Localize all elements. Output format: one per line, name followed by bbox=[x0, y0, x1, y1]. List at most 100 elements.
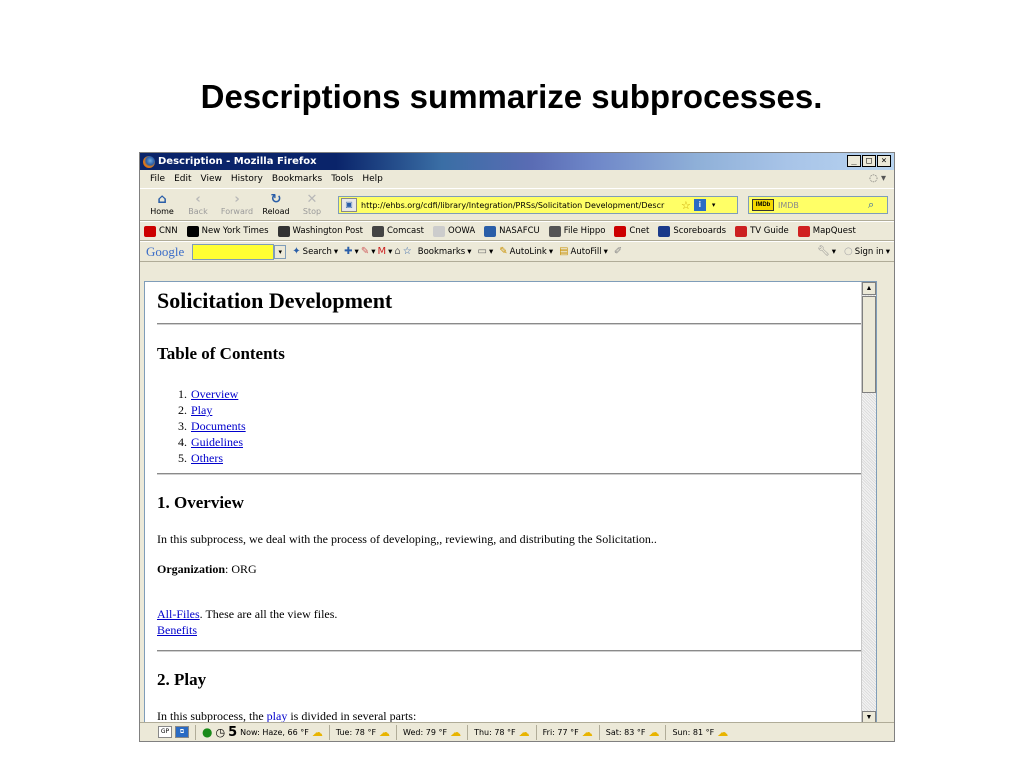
home-icon: ⌂ bbox=[394, 246, 401, 257]
bookmark-star-icon[interactable]: ☆ bbox=[681, 199, 691, 212]
wapo-icon bbox=[277, 225, 290, 237]
bookmark-item[interactable]: CNN bbox=[144, 225, 178, 237]
bookmark-item[interactable]: MapQuest bbox=[797, 225, 856, 237]
addon-icon[interactable]: ⧉ bbox=[175, 726, 189, 738]
forecast-sun[interactable]: Sun: 81 °F ☁ bbox=[666, 725, 734, 740]
bookmark-item[interactable]: Washington Post bbox=[277, 225, 363, 237]
menu-tools[interactable]: Tools bbox=[329, 174, 360, 184]
google-search-button[interactable]: ✦ Search ▾ bbox=[292, 246, 338, 257]
url-dropdown-icon[interactable]: ▾ bbox=[712, 201, 716, 209]
wrench-icon: 🔧︎ bbox=[817, 246, 830, 257]
menu-file[interactable]: File bbox=[148, 174, 172, 184]
forecast-sat[interactable]: Sat: 83 °F ☁ bbox=[600, 724, 667, 740]
url-input[interactable] bbox=[361, 200, 679, 210]
autofill-button[interactable]: ▤ AutoFill ▾ bbox=[559, 246, 608, 257]
plus-icon: ✚ bbox=[344, 246, 353, 257]
stop-button[interactable]: ✕ Stop bbox=[294, 193, 330, 217]
address-bar[interactable]: ▣ ☆ i ▾ bbox=[338, 196, 738, 214]
menu-edit[interactable]: Edit bbox=[172, 174, 198, 184]
site-identity-icon[interactable]: ▣ bbox=[341, 198, 357, 212]
toc-link-guidelines[interactable]: Guidelines bbox=[191, 434, 243, 450]
menu-help[interactable]: Help bbox=[360, 174, 390, 184]
status-icons: GP ⧉ bbox=[140, 724, 196, 740]
toc-link-play[interactable]: Play bbox=[191, 402, 212, 418]
bookmark-item[interactable]: NASAFCU bbox=[484, 225, 540, 237]
firefox-logo-icon bbox=[143, 155, 155, 168]
page-info-icon[interactable]: i bbox=[693, 199, 706, 211]
home-button[interactable]: ⌂ Home bbox=[144, 193, 180, 217]
toc-number: 4. bbox=[178, 435, 187, 449]
cloud-icon: ☁ bbox=[311, 725, 323, 739]
toc-number: 2. bbox=[178, 403, 187, 417]
bookmark-item[interactable]: Cnet bbox=[614, 225, 649, 237]
organization-label: Organization bbox=[157, 562, 225, 576]
all-files-link[interactable]: All-Files bbox=[157, 607, 200, 621]
green-circle-icon[interactable]: ● bbox=[202, 725, 212, 739]
toc-link-documents[interactable]: Documents bbox=[191, 418, 246, 434]
scrollbar-thumb[interactable] bbox=[862, 296, 876, 393]
google-bookmarks-button[interactable]: Bookmarks ▾ bbox=[418, 247, 472, 257]
bookmark-label: TV Guide bbox=[750, 226, 789, 236]
benefits-link[interactable]: Benefits bbox=[157, 623, 197, 637]
google-toolbar: Google ▾ ✦ Search ▾ ✚ ▾ ✎ ▾ M ▾ ⌂ ☆ Bookmar… bbox=[140, 241, 894, 262]
vertical-scrollbar[interactable]: ▲ ▼ bbox=[861, 282, 876, 724]
forecast-thu[interactable]: Thu: 78 °F ☁ bbox=[468, 724, 537, 740]
close-button[interactable]: × bbox=[877, 155, 891, 167]
weather-now[interactable]: Now: Haze, 66 °F bbox=[240, 728, 309, 737]
forecast-wed[interactable]: Wed: 79 °F ☁ bbox=[397, 724, 469, 740]
maximize-button[interactable]: □ bbox=[862, 155, 876, 167]
menu-view[interactable]: View bbox=[199, 174, 229, 184]
browser-window: Description - Mozilla Firefox _ □ × File… bbox=[139, 152, 895, 742]
wrench-button[interactable]: 🔧︎ ▾ bbox=[817, 246, 836, 257]
google-search-input[interactable] bbox=[192, 243, 275, 260]
title-bar[interactable]: Description - Mozilla Firefox _ □ × bbox=[140, 153, 894, 170]
google-logo[interactable]: Google bbox=[146, 244, 184, 260]
toc-link-overview[interactable]: Overview bbox=[191, 386, 238, 402]
toc-number: 1. bbox=[178, 387, 187, 401]
forecast-tue[interactable]: Tue: 78 °F ☁ bbox=[330, 724, 398, 740]
bookmark-item[interactable]: Comcast bbox=[371, 225, 425, 237]
wand-icon: ✎ bbox=[499, 246, 508, 257]
search-bar[interactable]: IMDb ⌕ bbox=[748, 196, 888, 214]
toc-item: 3. Documents bbox=[173, 418, 246, 434]
play-heading: 2. Play bbox=[157, 670, 207, 689]
menu-history[interactable]: History bbox=[229, 174, 270, 184]
bookmark-item[interactable]: TV Guide bbox=[735, 225, 789, 237]
scroll-up-icon[interactable]: ▲ bbox=[862, 282, 876, 295]
page-icon bbox=[433, 225, 446, 237]
gmail-icon: M bbox=[377, 246, 387, 257]
google-tools-icons[interactable]: ✚ ▾ ✎ ▾ M ▾ ⌂ ☆ bbox=[344, 246, 412, 257]
search-go-icon[interactable]: ⌕ bbox=[868, 199, 874, 212]
menu-bookmarks[interactable]: Bookmarks bbox=[270, 174, 329, 184]
google-bookmarks-label: Bookmarks bbox=[417, 246, 466, 257]
minimize-button[interactable]: _ bbox=[847, 155, 861, 167]
pencil-button[interactable]: ✐ bbox=[614, 246, 622, 257]
clock-icon[interactable]: ◷ bbox=[215, 726, 225, 739]
forecast-fri[interactable]: Fri: 77 °F ☁ bbox=[537, 724, 600, 740]
back-button[interactable]: ‹ Back bbox=[180, 193, 216, 217]
bookmark-item[interactable]: File Hippo bbox=[548, 225, 605, 237]
page-icon-button[interactable]: ▭ ▾ bbox=[478, 246, 494, 257]
gp-icon[interactable]: GP bbox=[158, 726, 172, 738]
search-input[interactable] bbox=[778, 200, 864, 210]
cloud-icon: ☁ bbox=[648, 725, 660, 739]
bookmark-label: Scoreboards bbox=[673, 226, 727, 236]
sign-in-button[interactable]: ○ Sign in ▾ bbox=[844, 246, 890, 257]
home-label: Home bbox=[150, 207, 174, 216]
cloud-icon: ☁ bbox=[581, 725, 593, 739]
bookmark-item[interactable]: New York Times bbox=[186, 225, 269, 237]
bookmark-item[interactable]: Scoreboards bbox=[658, 225, 727, 237]
si-icon bbox=[658, 225, 671, 237]
google-search-dropdown-icon[interactable]: ▾ bbox=[274, 244, 287, 259]
cnet-icon bbox=[614, 225, 627, 237]
imdb-engine-icon[interactable]: IMDb bbox=[752, 199, 774, 211]
reload-button[interactable]: ↻ Reload bbox=[258, 193, 294, 217]
weather-status: ● ◷ 5 Now: Haze, 66 °F ☁ bbox=[196, 724, 330, 740]
play-link[interactable]: play bbox=[267, 709, 288, 723]
toc-link-others[interactable]: Others bbox=[191, 450, 223, 466]
bookmark-label: Comcast bbox=[386, 226, 425, 236]
forward-button[interactable]: › Forward bbox=[216, 193, 258, 217]
autolink-button[interactable]: ✎ AutoLink ▾ bbox=[499, 246, 553, 257]
bookmark-item[interactable]: OOWA bbox=[433, 225, 475, 237]
bookmark-tag-icon: ✎ bbox=[360, 246, 370, 257]
